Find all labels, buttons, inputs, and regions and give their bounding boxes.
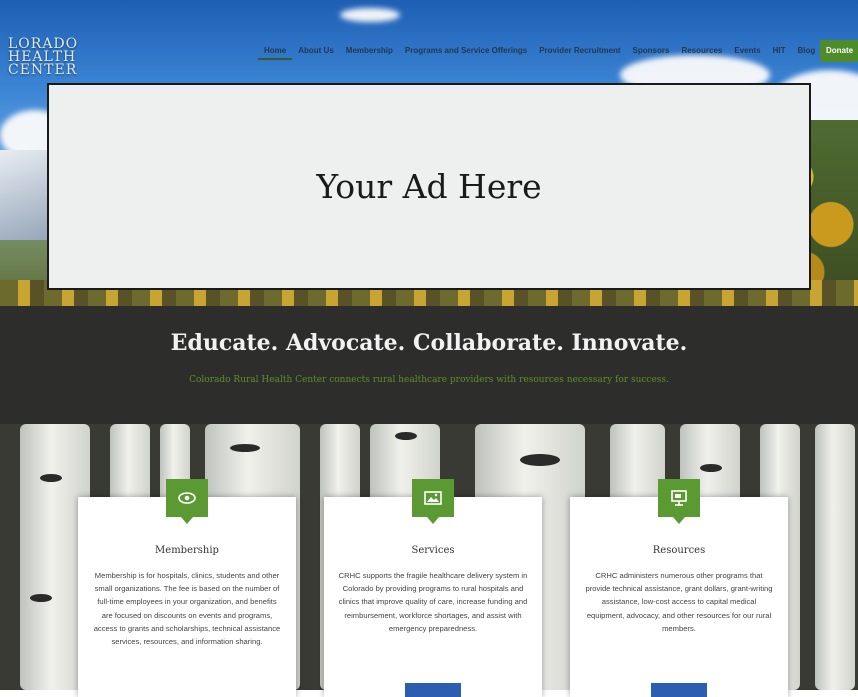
ad-label: Your Ad Here (316, 167, 542, 206)
main-nav: Home About Us Membership Programs and Se… (258, 46, 821, 60)
resources-button[interactable] (651, 683, 707, 697)
services-button[interactable] (405, 683, 461, 697)
card-title: Membership (155, 545, 219, 556)
presentation-icon (658, 479, 700, 524)
card-title: Resources (652, 545, 706, 556)
card-title: Services (411, 545, 455, 556)
nav-hit[interactable]: HIT (767, 46, 792, 60)
nav-sponsors[interactable]: Sponsors (627, 46, 676, 60)
nav-membership[interactable]: Membership (340, 46, 399, 60)
tagline-heading: Educate. Advocate. Collaborate. Innovate… (170, 330, 688, 356)
nav-blog[interactable]: Blog (792, 46, 822, 60)
card-body: Membership is for hospitals, clinics, st… (93, 571, 281, 647)
tagline-subheading: Colorado Rural Health Center connects ru… (189, 375, 669, 385)
nav-resources[interactable]: Resources (675, 46, 728, 60)
card-body: CRHC supports the fragile healthcare del… (338, 571, 528, 633)
nav-about-us[interactable]: About Us (292, 46, 340, 60)
nav-provider-recruitment[interactable]: Provider Recruitment (533, 46, 626, 60)
card-resources: Resources CRHC administers numerous othe… (570, 479, 788, 697)
hero-banner: LORADO HEALTH CENTER Home About Us Membe… (0, 0, 858, 306)
ad-placeholder[interactable]: Your Ad Here (47, 83, 811, 290)
nav-events[interactable]: Events (728, 46, 766, 60)
nav-programs[interactable]: Programs and Service Offerings (399, 46, 533, 60)
card-membership: Membership Membership is for hospitals, … (78, 479, 296, 697)
site-logo[interactable]: LORADO HEALTH CENTER (8, 37, 78, 77)
card-body: CRHC administers numerous other programs… (585, 571, 773, 633)
tagline-band: Educate. Advocate. Collaborate. Innovate… (0, 306, 858, 424)
card-services: Services CRHC supports the fragile healt… (324, 479, 542, 697)
nav-home[interactable]: Home (258, 46, 293, 60)
donate-button[interactable]: Donate (820, 40, 858, 62)
image-icon (412, 479, 454, 524)
eye-icon (166, 479, 208, 524)
